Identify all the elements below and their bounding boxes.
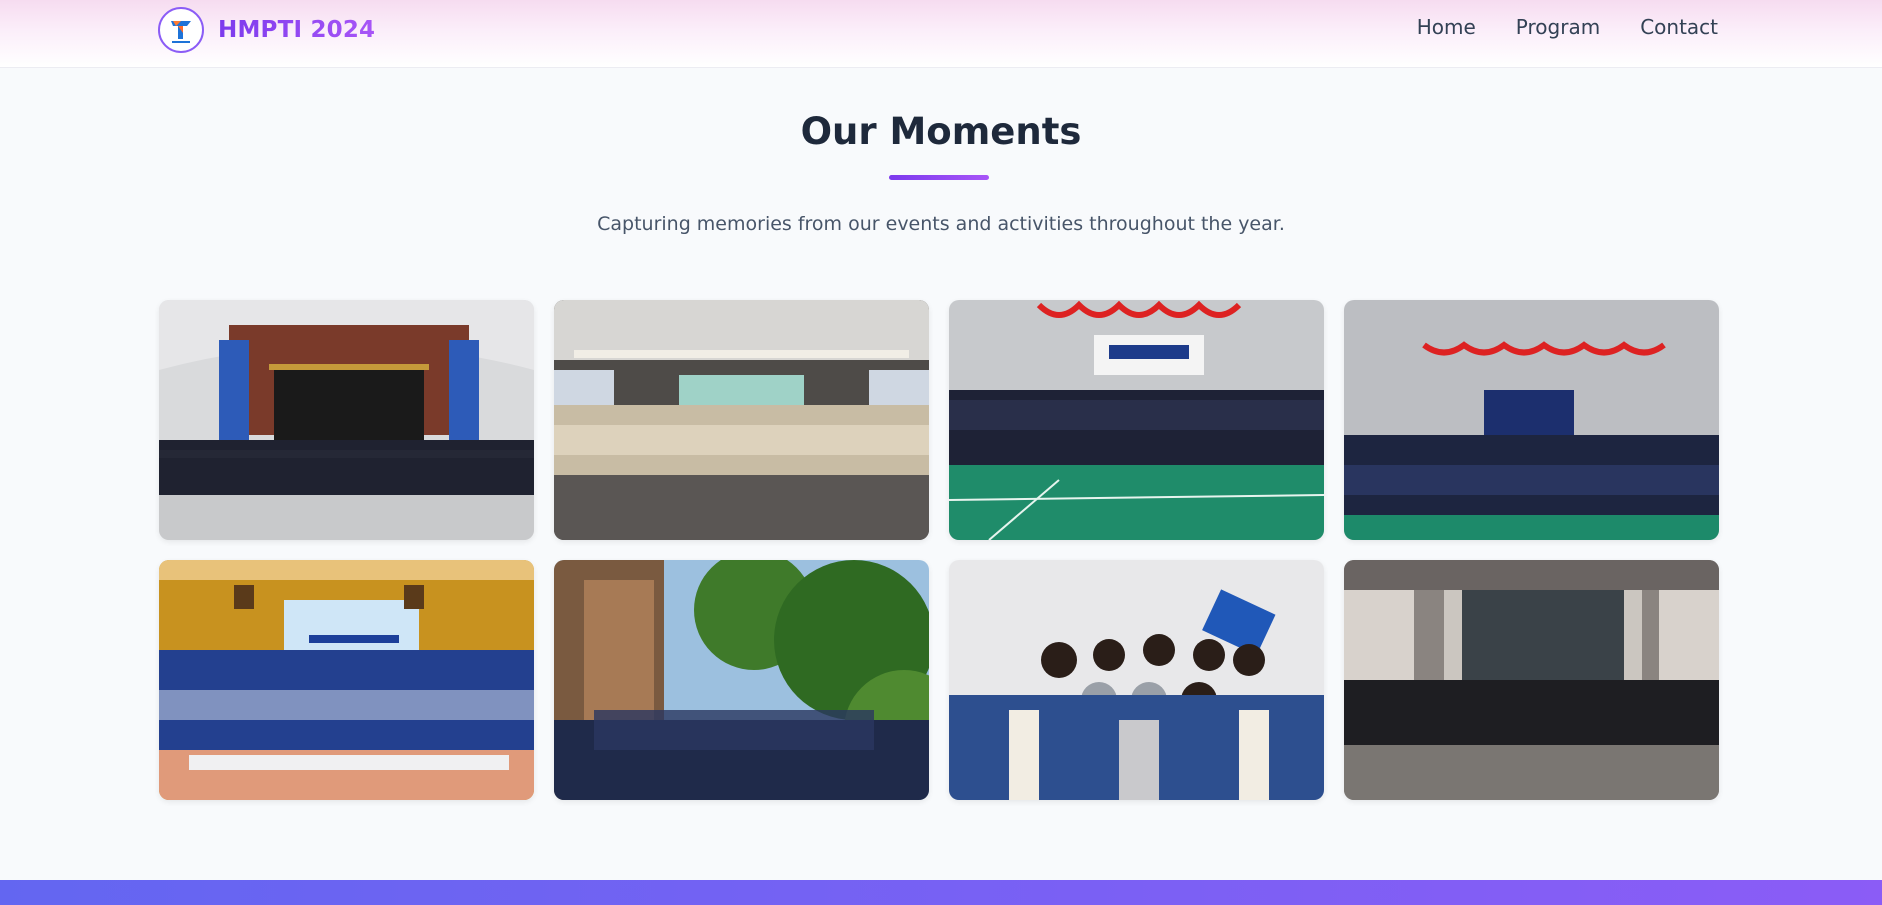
group-photo-icon bbox=[159, 300, 534, 540]
hmpti-logo-icon bbox=[158, 7, 204, 53]
section-subtitle: Capturing memories from our events and a… bbox=[597, 213, 1285, 235]
navbar: HMPTI 2024 Home Program Contact bbox=[0, 0, 1882, 68]
photo-gallery bbox=[159, 300, 1719, 800]
brand-name: HMPTI 2024 bbox=[218, 17, 376, 43]
gallery-photo-6[interactable] bbox=[554, 560, 929, 800]
title-underline bbox=[889, 175, 989, 180]
gallery-photo-2[interactable] bbox=[554, 300, 929, 540]
gallery-photo-3[interactable] bbox=[949, 300, 1324, 540]
group-photo-icon bbox=[554, 560, 929, 800]
section-title: Our Moments bbox=[800, 110, 1082, 153]
group-photo-icon bbox=[159, 560, 534, 800]
footer-bar bbox=[0, 880, 1882, 905]
gallery-photo-4[interactable] bbox=[1344, 300, 1719, 540]
gallery-photo-1[interactable] bbox=[159, 300, 534, 540]
gallery-photo-7[interactable] bbox=[949, 560, 1324, 800]
group-photo-icon bbox=[949, 300, 1324, 540]
nav-home-link[interactable]: Home bbox=[1417, 15, 1476, 39]
main-nav: Home Program Contact bbox=[1417, 15, 1718, 39]
group-photo-icon bbox=[949, 560, 1324, 800]
group-photo-icon bbox=[1344, 560, 1719, 800]
nav-contact-link[interactable]: Contact bbox=[1640, 15, 1718, 39]
nav-program-link[interactable]: Program bbox=[1516, 15, 1600, 39]
group-photo-icon bbox=[1344, 300, 1719, 540]
group-photo-icon bbox=[554, 300, 929, 540]
gallery-photo-5[interactable] bbox=[159, 560, 534, 800]
gallery-photo-8[interactable] bbox=[1344, 560, 1719, 800]
brand[interactable]: HMPTI 2024 bbox=[158, 3, 375, 57]
